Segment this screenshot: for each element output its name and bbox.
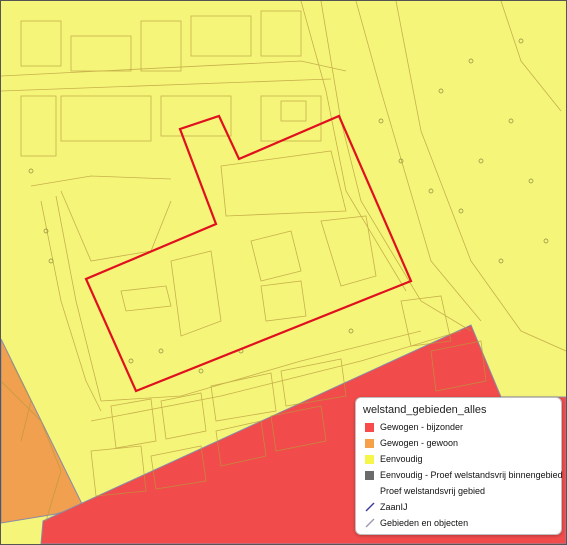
red-swatch-icon [365, 422, 374, 432]
legend-item-gewogen-bijzonder: Gewogen - bijzonder [365, 420, 463, 434]
legend-label: Gebieden en objecten [380, 518, 469, 528]
yellow-swatch-icon [365, 454, 374, 464]
legend-label: Gewogen - gewoon [380, 438, 459, 448]
map-frame[interactable]: welstand_gebieden_alles Gewogen - bijzon… [0, 0, 567, 545]
legend-item-proef-welstandsvrij: Proef welstandsvrij gebied [365, 484, 485, 498]
legend-label: Proef welstandsvrij gebied [380, 486, 486, 496]
legend-label: Gewogen - bijzonder [380, 422, 464, 432]
legend-item-eenvoudig: Eenvoudig [365, 452, 423, 466]
gray-swatch-icon [365, 470, 374, 480]
legend-label: Eenvoudig - Proef welstandsvrij binnenge… [380, 470, 563, 480]
legend-label: Eenvoudig [380, 454, 423, 464]
legend-label: ZaanIJ [380, 502, 408, 512]
legend-title: welstand_gebieden_alles [363, 404, 487, 416]
orange-swatch-icon [365, 438, 374, 448]
legend-item-zaanij: ZaanIJ [365, 500, 408, 514]
legend-item-gebieden-objecten: Gebieden en objecten [365, 516, 468, 530]
legend-item-eenvoudig-proef: Eenvoudig - Proef welstandsvrij binnenge… [365, 468, 563, 482]
diagonal-line-icon [365, 518, 375, 528]
legend-item-gewogen-gewoon: Gewogen - gewoon [365, 436, 458, 450]
diagonal-line-icon [365, 502, 375, 512]
map-legend: welstand_gebieden_alles Gewogen - bijzon… [355, 397, 563, 535]
empty-swatch-icon [365, 487, 374, 496]
